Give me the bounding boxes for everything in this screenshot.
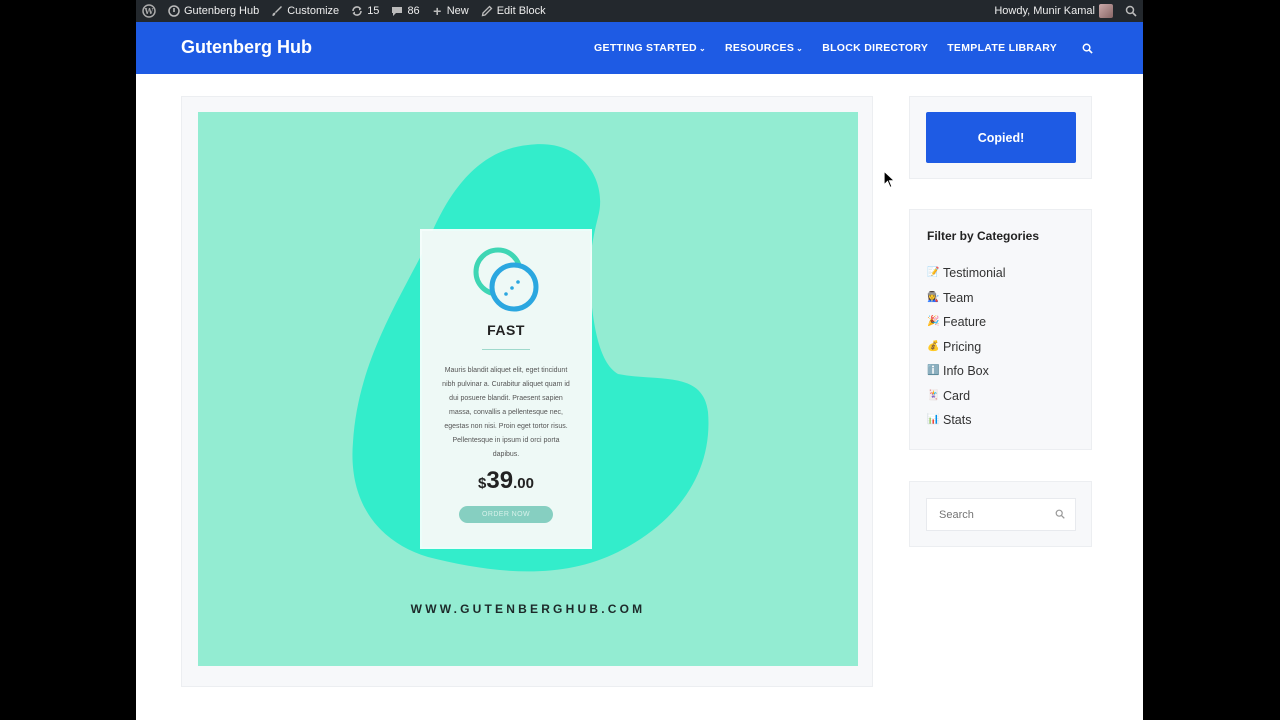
search-widget [909, 481, 1092, 547]
team-icon: 👩‍🏭 [927, 291, 940, 303]
memo-icon: 📝 [927, 267, 940, 279]
pricing-card-description: Mauris blandit aliquet elit, eget tincid… [442, 367, 570, 458]
category-pricing[interactable]: 💰 Pricing [927, 335, 1006, 360]
svg-text:W: W [144, 6, 155, 16]
category-stats[interactable]: 📊 Stats [927, 408, 1006, 433]
search-field-wrapper [926, 498, 1076, 531]
category-team[interactable]: 👩‍🏭 Team [927, 286, 1006, 311]
copy-widget: Copied! [909, 96, 1092, 179]
avatar [1099, 4, 1113, 18]
mouse-cursor-icon [883, 170, 897, 189]
category-label: Feature [943, 315, 987, 330]
party-icon: 🎉 [927, 316, 940, 328]
comment-icon [392, 7, 403, 16]
template-preview-image: FAST Mauris blandit aliquet elit, eget t… [198, 112, 858, 666]
category-label: Info Box [943, 364, 989, 379]
chevron-down-icon: ⌄ [698, 44, 706, 53]
admin-site-link[interactable]: Gutenberg Hub [162, 0, 265, 22]
category-label: Testimonial [943, 266, 1006, 281]
category-info-box[interactable]: ℹ️ Info Box [927, 359, 1006, 384]
category-feature[interactable]: 🎉 Feature [927, 310, 1006, 335]
speed-logo-icon [473, 247, 539, 312]
categories-widget: Filter by Categories 📝 Testimonial 👩‍🏭 Tea… [909, 209, 1092, 450]
pricing-card-title: FAST [487, 322, 525, 338]
money-bag-icon: 💰 [927, 340, 940, 352]
admin-edit-label: Edit Block [496, 5, 546, 17]
category-label: Stats [943, 413, 972, 428]
nav-block-directory[interactable]: BLOCK DIRECTORY [822, 42, 928, 54]
template-preview-container: FAST Mauris blandit aliquet elit, eget t… [181, 96, 873, 687]
wp-admin-bar: W Gutenberg Hub Customize 15 86 + New Ed… [136, 0, 1143, 22]
admin-updates-link[interactable]: 15 [345, 0, 385, 22]
admin-greeting: Howdy, Munir Kamal [994, 5, 1095, 17]
admin-search-button[interactable] [1119, 0, 1143, 22]
pencil-icon [481, 5, 493, 17]
search-icon[interactable] [1082, 43, 1093, 54]
price-cents: .00 [513, 475, 534, 492]
plus-icon: + [433, 2, 442, 19]
copy-button[interactable]: Copied! [926, 112, 1076, 163]
site-brand[interactable]: Gutenberg Hub [181, 37, 312, 58]
admin-updates-count: 15 [367, 5, 380, 17]
admin-account-menu[interactable]: Howdy, Munir Kamal [988, 0, 1119, 22]
site-header: Gutenberg Hub GETTING STARTED ⌄ RESOURCES… [136, 22, 1143, 74]
refresh-icon [352, 6, 362, 16]
admin-customize-label: Customize [287, 5, 340, 17]
price-amount: 39 [486, 467, 514, 494]
wp-logo-icon[interactable]: W [136, 0, 162, 22]
card-icon: 🃏 [927, 389, 940, 401]
search-input[interactable] [927, 499, 1052, 530]
admin-comments-link[interactable]: 86 [385, 0, 425, 22]
dashboard-icon [168, 5, 180, 17]
categories-list: 📝 Testimonial 👩‍🏭 Team 🎉 Feature 💰 Pricing ℹ… [927, 261, 1006, 433]
pricing-card-divider [482, 349, 530, 350]
brush-icon [272, 6, 283, 16]
nav-getting-started[interactable]: GETTING STARTED ⌄ [594, 42, 706, 54]
admin-edit-link[interactable]: Edit Block [475, 0, 552, 22]
info-icon: ℹ️ [927, 365, 940, 377]
chart-icon: 📊 [927, 414, 940, 426]
admin-new-link[interactable]: + New [426, 0, 475, 22]
nav-template-library[interactable]: TEMPLATE LIBRARY [947, 42, 1057, 54]
chevron-down-icon: ⌄ [796, 44, 804, 53]
page: Gutenberg Hub GETTING STARTED ⌄ RESOURCES… [136, 22, 1143, 720]
main-nav: GETTING STARTED ⌄ RESOURCES ⌄ BLOCK DIRECT… [594, 42, 1093, 54]
search-icon [1125, 5, 1137, 17]
order-now-button: ORDER NOW [459, 506, 553, 523]
category-label: Team [943, 290, 974, 305]
categories-title: Filter by Categories [927, 229, 1040, 243]
pricing-card: FAST Mauris blandit aliquet elit, eget t… [422, 231, 590, 547]
admin-site-name: Gutenberg Hub [184, 5, 260, 17]
pricing-card-price: $39.00 [422, 467, 590, 495]
admin-comments-count: 86 [407, 5, 420, 17]
search-icon[interactable] [1055, 509, 1065, 519]
category-label: Card [943, 388, 971, 403]
category-testimonial[interactable]: 📝 Testimonial [927, 261, 1006, 286]
admin-customize-link[interactable]: Customize [265, 0, 345, 22]
nav-resources-label: RESOURCES [724, 42, 795, 54]
admin-new-label: New [446, 5, 469, 17]
nav-getting-started-label: GETTING STARTED [594, 42, 697, 54]
category-card[interactable]: 🃏 Card [927, 384, 1006, 409]
nav-resources[interactable]: RESOURCES ⌄ [725, 42, 803, 54]
preview-site-url: WWW.GUTENBERGHUB.COM [410, 602, 646, 616]
category-label: Pricing [943, 339, 982, 354]
